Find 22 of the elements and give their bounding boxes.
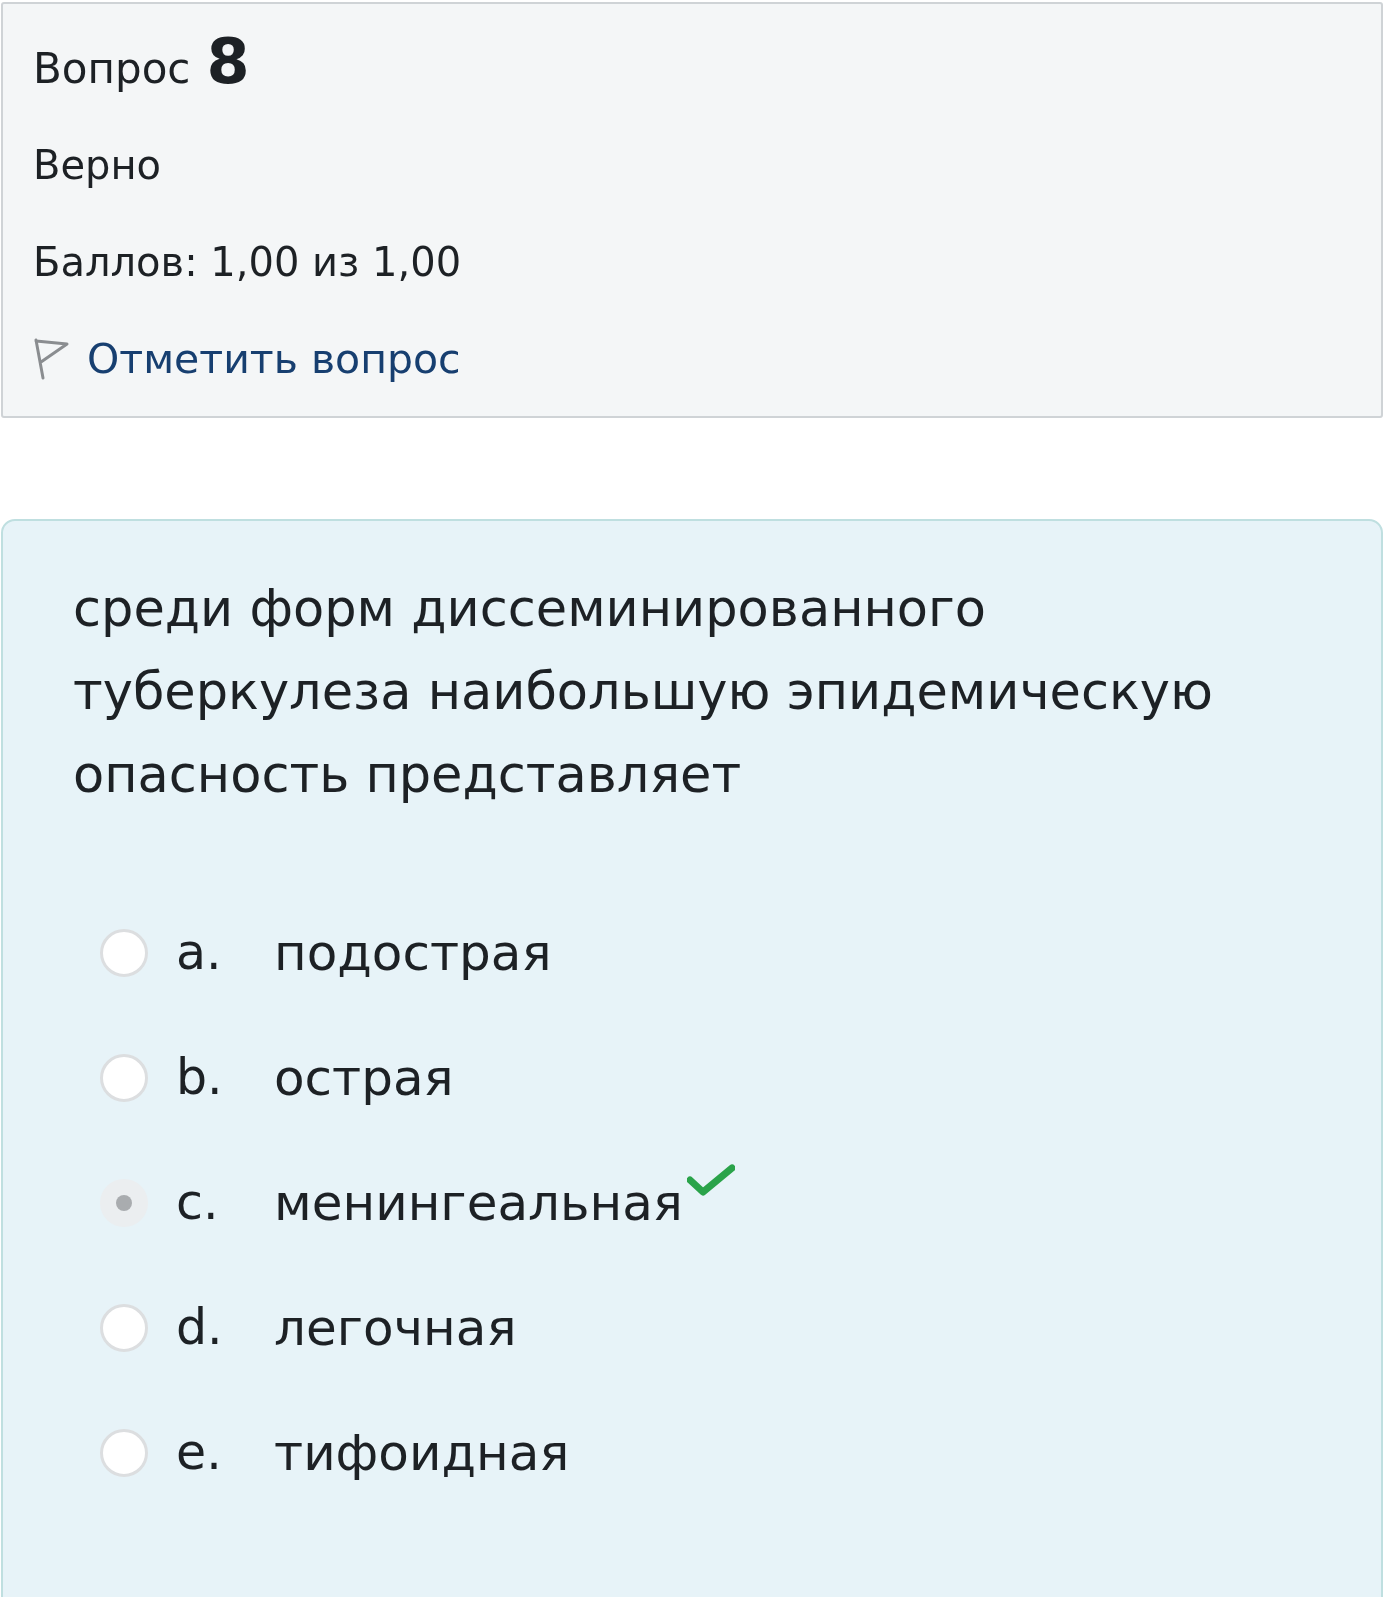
question-heading-label: Вопрос (33, 43, 191, 95)
flag-question-link[interactable]: Отметить вопрос (87, 333, 461, 384)
option-letter: c. (176, 1172, 220, 1233)
radio-button[interactable] (100, 928, 148, 977)
option-text: подострая (274, 922, 552, 983)
option-letter: b. (176, 1047, 224, 1108)
radio-button[interactable] (100, 1428, 148, 1477)
radio-button[interactable] (100, 1303, 148, 1352)
question-state: Верно (33, 140, 162, 190)
option-text: легочная (274, 1297, 517, 1358)
option-letter: a. (176, 922, 223, 983)
question-number: 8 (206, 32, 250, 92)
option-text: острая (274, 1047, 454, 1108)
option-letter: d. (176, 1297, 224, 1358)
radio-button[interactable] (100, 1178, 148, 1227)
question-grade: Баллов: 1,00 из 1,00 (33, 237, 462, 287)
flag-icon (33, 337, 69, 380)
option-letter: e. (176, 1422, 223, 1483)
radio-button[interactable] (100, 1053, 148, 1102)
question-text: среди форм диссеминированного туберкулеза наибольшую эпидемическую опасность представляет (73, 578, 1214, 806)
option-text: тифоидная (274, 1422, 570, 1483)
option-text: менингеальная (274, 1172, 683, 1233)
